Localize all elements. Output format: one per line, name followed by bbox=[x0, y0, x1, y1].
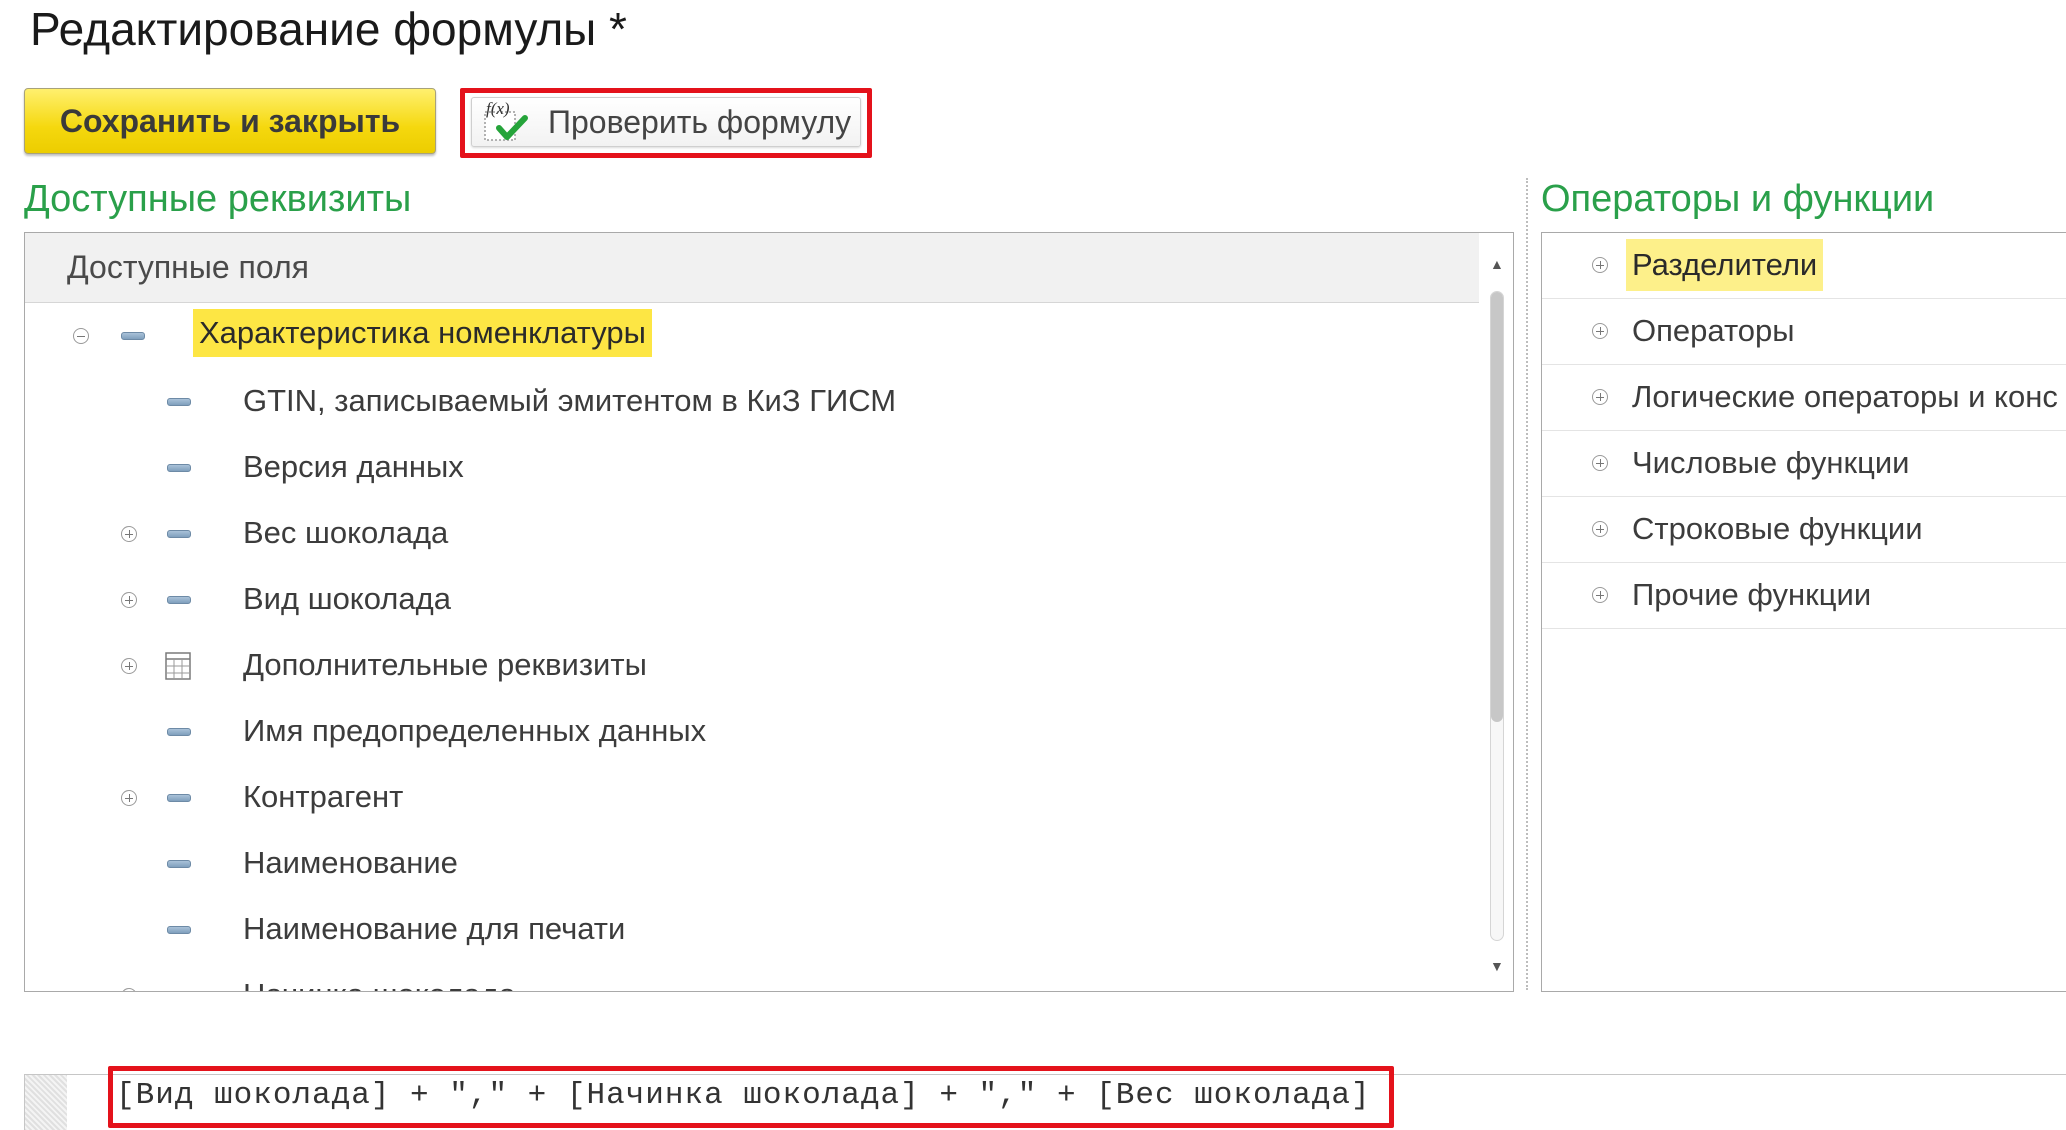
scroll-up-icon[interactable]: ▲ bbox=[1490, 257, 1504, 271]
tree-row-label: Характеристика номенклатуры bbox=[193, 309, 652, 357]
panel-splitter[interactable] bbox=[1526, 178, 1528, 990]
tree-rows: Характеристика номенклатуры GTIN, записы… bbox=[25, 303, 1479, 991]
expand-icon[interactable] bbox=[121, 988, 137, 991]
tree-row-label: Наименование bbox=[243, 845, 458, 880]
scroll-down-icon[interactable]: ▼ bbox=[1490, 959, 1504, 973]
collapse-icon[interactable] bbox=[73, 328, 89, 344]
attribute-icon bbox=[167, 530, 191, 538]
tree-row[interactable]: Вес шоколада bbox=[25, 501, 1479, 567]
operator-group-label: Числовые функции bbox=[1632, 445, 1910, 480]
operator-group-label: Разделители bbox=[1626, 239, 1824, 291]
expand-icon[interactable] bbox=[121, 526, 137, 542]
tree-row[interactable]: Имя предопределенных данных bbox=[25, 699, 1479, 765]
formula-gutter bbox=[25, 1075, 67, 1130]
tree-row-label: Наименование для печати bbox=[243, 911, 626, 946]
attribute-icon bbox=[167, 464, 191, 472]
tree-row[interactable]: Наименование для печати bbox=[25, 897, 1479, 963]
attribute-icon bbox=[121, 332, 145, 340]
formula-editor-window: Редактирование формулы * Сохранить и зак… bbox=[0, 0, 2066, 1130]
tree-row[interactable]: Вид шоколада bbox=[25, 567, 1479, 633]
tree-row[interactable]: Начинка шоколада bbox=[25, 963, 1479, 991]
operator-group-row[interactable]: Прочие функции bbox=[1542, 563, 2066, 629]
attribute-icon bbox=[167, 860, 191, 868]
tree-row[interactable]: Характеристика номенклатуры bbox=[25, 303, 1479, 369]
attribute-icon bbox=[167, 926, 191, 934]
tree-row[interactable]: Наименование bbox=[25, 831, 1479, 897]
tree-column-header: Доступные поля bbox=[25, 233, 1479, 303]
check-formula-label: Проверить формулу bbox=[548, 103, 852, 140]
expand-icon[interactable] bbox=[1592, 389, 1608, 405]
operator-group-row[interactable]: Операторы bbox=[1542, 299, 2066, 365]
scroll-thumb[interactable] bbox=[1491, 292, 1503, 722]
formula-text[interactable]: [Вид шоколада] + "," + [Начинка шоколада… bbox=[116, 1078, 1371, 1113]
tree-row[interactable]: GTIN, записываемый эмитентом в КиЗ ГИСМ bbox=[25, 369, 1479, 435]
tree-row[interactable]: Дополнительные реквизиты bbox=[25, 633, 1479, 699]
operator-group-label: Прочие функции bbox=[1632, 577, 1872, 612]
scroll-track[interactable] bbox=[1490, 291, 1504, 941]
operator-group-label: Операторы bbox=[1632, 313, 1795, 348]
tree-row-label: Контрагент bbox=[243, 779, 404, 814]
tree-row-label: GTIN, записываемый эмитентом в КиЗ ГИСМ bbox=[243, 383, 897, 418]
tree-row-label: Начинка шоколада bbox=[243, 975, 516, 991]
operator-group-row[interactable]: Числовые функции bbox=[1542, 431, 2066, 497]
tree-row-label: Вид шоколада bbox=[243, 581, 451, 616]
operator-group-label: Логические операторы и конс bbox=[1632, 379, 2058, 414]
expand-icon[interactable] bbox=[1592, 521, 1608, 537]
operator-group-row[interactable]: Разделители bbox=[1542, 233, 2066, 299]
attribute-icon bbox=[167, 728, 191, 736]
expand-icon[interactable] bbox=[121, 592, 137, 608]
tree-row-label: Версия данных bbox=[243, 449, 464, 484]
expand-icon[interactable] bbox=[1592, 323, 1608, 339]
svg-text:f(x): f(x) bbox=[486, 99, 510, 118]
operator-group-row[interactable]: Логические операторы и конс bbox=[1542, 365, 2066, 431]
tree-row[interactable]: Контрагент bbox=[25, 765, 1479, 831]
expand-icon[interactable] bbox=[121, 790, 137, 806]
tree-row[interactable]: Версия данных bbox=[25, 435, 1479, 501]
operators-functions-list[interactable]: Разделители Операторы Логические операто… bbox=[1541, 232, 2066, 992]
tree-row-label: Имя предопределенных данных bbox=[243, 713, 707, 748]
attribute-icon bbox=[167, 794, 191, 802]
expand-icon[interactable] bbox=[121, 658, 137, 674]
save-and-close-button[interactable]: Сохранить и закрыть bbox=[24, 88, 436, 154]
operator-group-row[interactable]: Строковые функции bbox=[1542, 497, 2066, 563]
tree-row-label: Вес шоколада bbox=[243, 515, 449, 550]
tree-row-label: Дополнительные реквизиты bbox=[243, 647, 647, 682]
operators-functions-heading: Операторы и функции bbox=[1541, 178, 1935, 220]
check-formula-button[interactable]: f(x) Проверить формулу bbox=[471, 97, 861, 147]
table-icon bbox=[165, 652, 191, 680]
check-formula-highlight-frame: f(x) Проверить формулу bbox=[460, 88, 872, 158]
operator-group-label: Строковые функции bbox=[1632, 511, 1923, 546]
expand-icon[interactable] bbox=[1592, 587, 1608, 603]
expand-icon[interactable] bbox=[1592, 455, 1608, 471]
attribute-icon bbox=[167, 398, 191, 406]
window-title: Редактирование формулы * bbox=[30, 3, 627, 55]
function-check-icon: f(x) bbox=[484, 99, 528, 141]
attribute-icon bbox=[167, 596, 191, 604]
available-fields-tree[interactable]: Доступные поля Характеристика номенклату… bbox=[24, 232, 1514, 992]
tree-scrollbar[interactable]: ▲ ▼ bbox=[1479, 233, 1513, 991]
available-attributes-heading: Доступные реквизиты bbox=[24, 178, 412, 220]
expand-icon[interactable] bbox=[1592, 257, 1608, 273]
